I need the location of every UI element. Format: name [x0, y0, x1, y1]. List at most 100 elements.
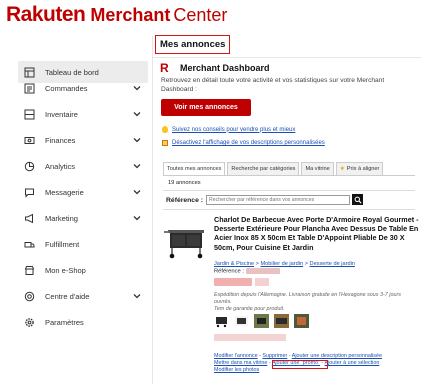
redacted-info [214, 334, 286, 341]
tab-all-listings[interactable]: Toutes mes annonces [163, 162, 226, 175]
sidebar-item-label: Finances [45, 135, 76, 145]
shop-icon [24, 265, 35, 276]
sidebar-item-label: Tableau de bord [45, 67, 99, 77]
sidebar-item-commandes[interactable]: Commandes [18, 78, 146, 98]
thumbnail[interactable] [294, 314, 309, 328]
page-title: Mes annonces [155, 35, 231, 54]
product-title[interactable]: Charlot De Barbecue Avec Porte D'Armoire… [214, 215, 419, 252]
sidebar-item-label: Commandes [45, 83, 88, 93]
thumbnail[interactable] [234, 314, 249, 328]
orders-icon [24, 83, 35, 94]
shipping-info: Expédition depuis l'Allemagne. Livraison… [214, 292, 414, 314]
tabs-underline [163, 175, 415, 176]
tab-showcase[interactable]: Ma vitrine [301, 162, 334, 175]
category-link[interactable]: Jardin & Piscine [214, 261, 254, 267]
sidebar-item-label: Inventaire [45, 109, 78, 119]
chevron-down-icon [133, 216, 141, 221]
sidebar: Tableau de bord Commandes Inventaire Fin… [0, 40, 152, 384]
sidebar-item-label: Marketing [45, 213, 78, 223]
sidebar-item-finances[interactable]: Finances [18, 130, 146, 150]
analytics-icon [24, 161, 35, 172]
modify-listing-link[interactable]: Modifier l'annonce [214, 353, 258, 359]
chevron-down-icon [133, 164, 141, 169]
add-to-selection-link[interactable]: Ajouter à une sélection [325, 360, 380, 366]
product-thumbnails [214, 314, 314, 328]
dashboard-icon [24, 67, 35, 78]
warranty-line: Tem de garantie pour produit. [214, 306, 285, 313]
separator: - [259, 353, 261, 359]
dashboard-description: Retrouvez en détail toute votre activité… [161, 77, 385, 93]
view-listings-button[interactable]: Voir mes annonces [161, 99, 251, 116]
sidebar-item-inventaire[interactable]: Inventaire [18, 104, 146, 124]
breadcrumb-separator: > [304, 261, 308, 267]
chevron-down-icon [133, 190, 141, 195]
tips-row: Suivez nos conseils pour vendre plus et … [162, 126, 295, 133]
thumbnail[interactable] [254, 314, 269, 328]
search-button[interactable] [352, 194, 363, 205]
shipping-line: Expédition depuis l'Allemagne. Livraison… [214, 292, 401, 306]
product-image[interactable] [164, 222, 208, 260]
chevron-down-icon [133, 112, 141, 117]
reference-label: Référence : [214, 268, 244, 275]
tab-category-search[interactable]: Recherche par catégories [227, 162, 300, 175]
redacted-price-detail [255, 278, 269, 286]
sidebar-item-label: Fulfillment [45, 239, 80, 249]
sidebar-item-centre-aide[interactable]: Centre d'aide [18, 286, 146, 306]
logo-center-text: Center [173, 5, 228, 25]
sidebar-item-label: Centre d'aide [45, 291, 90, 301]
sidebar-item-mon-e-shop[interactable]: Mon e-Shop [18, 260, 146, 280]
star-icon: ★ [339, 166, 345, 172]
product-breadcrumb: Jardin & Piscine > Mobilier de jardin > … [214, 261, 355, 267]
tab-label: Prix à aligner [346, 166, 380, 172]
marketing-icon [24, 213, 35, 224]
rakuten-logo[interactable]: Rakuten Merchant Center [6, 3, 227, 31]
sidebar-item-label: Analytics [45, 161, 76, 171]
add-to-showcase-link[interactable]: Mettre dans ma vitrine [214, 360, 267, 366]
sidebar-item-marketing[interactable]: Marketing [18, 208, 146, 228]
redacted-reference [245, 268, 280, 274]
category-link[interactable]: Mobilier de jardin [261, 261, 304, 267]
thumbnail[interactable] [214, 314, 229, 328]
search-icon [354, 196, 362, 204]
reference-label: Référence : [166, 197, 204, 204]
custom-desc-row: Désactivez l'affichage de vos descriptio… [162, 140, 325, 146]
tab-align-prices[interactable]: ★ Prix à aligner [335, 162, 384, 175]
filter-divider [163, 209, 415, 210]
dashboard-header: R Merchant Dashboard [160, 61, 270, 75]
header-divider [152, 57, 421, 58]
finance-icon [24, 135, 35, 146]
message-icon [24, 187, 35, 198]
sidebar-item-analytics[interactable]: Analytics [18, 156, 146, 176]
edit-photos-link[interactable]: Modifier les photos [214, 367, 259, 373]
lightbulb-icon [162, 126, 168, 133]
thumbnail[interactable] [274, 314, 289, 328]
add-description-link[interactable]: Ajouter une description personnalisée [292, 353, 382, 359]
delete-link[interactable]: Supprimer [262, 353, 287, 359]
logo-merchant-text: Merchant [90, 5, 171, 25]
separator: - [268, 360, 271, 367]
reference-search-input[interactable] [206, 195, 350, 205]
sidebar-item-label: Mon e-Shop [45, 265, 86, 275]
separator: - [288, 353, 291, 359]
dashboard-title: Merchant Dashboard [180, 63, 270, 73]
sidebar-item-label: Paramètres [45, 317, 84, 327]
inventory-icon [24, 109, 35, 120]
chevron-down-icon [133, 86, 141, 91]
custom-desc-link[interactable]: Désactivez l'affichage de vos descriptio… [172, 140, 325, 146]
redacted-price [214, 278, 252, 286]
breadcrumb-separator: > [255, 261, 259, 267]
listing-tabs: Toutes mes annonces Recherche par catégo… [163, 162, 385, 175]
checkbox-icon [162, 140, 168, 146]
fulfillment-icon [24, 239, 35, 250]
product-reference: Référence : [214, 268, 280, 275]
filter-divider [163, 190, 415, 191]
chevron-down-icon [133, 138, 141, 143]
category-link[interactable]: Desserte de jardin [310, 261, 355, 267]
rakuten-r-icon: R [160, 61, 169, 75]
tips-link[interactable]: Suivez nos conseils pour vendre plus et … [172, 127, 295, 133]
sidebar-item-fulfillment[interactable]: Fulfillment [18, 234, 146, 254]
promo-highlight-box [272, 360, 328, 369]
settings-icon [24, 317, 35, 328]
sidebar-item-messagerie[interactable]: Messagerie [18, 182, 146, 202]
sidebar-item-parametres[interactable]: Paramètres [18, 312, 146, 332]
